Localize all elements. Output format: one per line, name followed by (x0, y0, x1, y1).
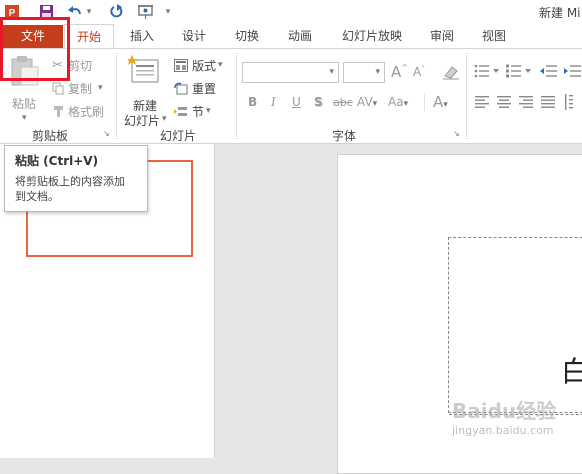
scissors-icon: ✂ (52, 57, 63, 73)
new-slide-button[interactable]: 新建 幻灯片 ▾ (122, 55, 170, 128)
font-color-button[interactable]: A▾ (433, 93, 448, 111)
reset-label: 重置 (192, 81, 217, 96)
copy-dropdown-icon: ▾ (98, 83, 103, 93)
group-divider (466, 53, 467, 139)
section-icon (174, 105, 192, 118)
layout-icon (174, 58, 192, 72)
justify-icon[interactable] (540, 95, 556, 109)
font-name-dropdown-icon: ▾ (329, 67, 334, 77)
tooltip-line-1: 将剪贴板上的内容添加 (15, 175, 125, 188)
tab-design[interactable]: 设计 (174, 24, 214, 48)
bold-button[interactable]: B (248, 95, 257, 109)
tooltip-line-2: 到文档。 (15, 190, 59, 203)
tab-home[interactable]: 开始 (64, 24, 114, 49)
shrink-font-icon[interactable]: Aˇ (413, 65, 425, 79)
save-icon[interactable] (37, 3, 55, 20)
align-left-icon[interactable] (474, 95, 490, 109)
paste-dropdown-icon: ▾ (22, 113, 27, 123)
paste-icon (10, 55, 40, 87)
window-title: 新建 Mi (539, 6, 581, 20)
group-divider (236, 53, 237, 139)
character-spacing-label: AV (357, 95, 373, 109)
decrease-indent-icon[interactable] (540, 63, 558, 79)
tab-file[interactable]: 文件 (3, 25, 63, 48)
format-painter-label: 格式刷 (68, 104, 105, 119)
section-dropdown-icon: ▾ (206, 106, 211, 116)
change-case-button[interactable]: Aa▾ (388, 95, 408, 109)
title-placeholder[interactable]: 白 (448, 237, 582, 415)
layout-label: 版式 (192, 58, 217, 73)
redo-icon[interactable] (107, 3, 125, 20)
numbering-icon[interactable] (506, 63, 532, 79)
font-size-combo[interactable]: ▾ (343, 62, 385, 83)
copy-label: 复制 (68, 81, 93, 96)
copy-icon (52, 82, 68, 95)
reset-button[interactable]: 重置 (174, 79, 232, 97)
bullets-icon[interactable] (474, 63, 500, 79)
tooltip-title: 粘贴 (Ctrl+V) (15, 154, 99, 168)
change-case-label: Aa (388, 95, 404, 109)
cut-button[interactable]: ✂ 剪切 (52, 56, 122, 74)
font-color-dropdown-icon: ▾ (443, 100, 448, 110)
tab-slideshow[interactable]: 幻灯片放映 (336, 24, 408, 48)
customize-toolbar-icon[interactable]: ▾ (163, 3, 173, 20)
character-spacing-button[interactable]: AV▾ (357, 95, 377, 109)
watermark-logo: Baidu经验 (452, 399, 557, 423)
ribbon-tabs: 文件 开始 插入 设计 切换 动画 幻灯片放映 审阅 视图 (0, 24, 582, 49)
paste-label: 粘贴 (12, 97, 37, 111)
columns-icon[interactable] (564, 93, 580, 111)
change-case-dropdown-icon: ▾ (403, 99, 409, 109)
title-bar: P ▾ ▾ 新建 Mi (0, 0, 582, 24)
watermark-url: jingyan.baidu.com (452, 424, 554, 437)
section-button[interactable]: 节 ▾ (174, 102, 232, 120)
layout-dropdown-icon: ▾ (218, 60, 223, 70)
tab-insert[interactable]: 插入 (122, 24, 162, 48)
clipboard-launcher-icon[interactable]: ↘ (103, 129, 110, 138)
svg-text:P: P (8, 8, 15, 19)
undo-dropdown-icon[interactable]: ▾ (85, 3, 93, 20)
italic-button[interactable]: I (271, 95, 276, 109)
new-slide-icon (128, 55, 160, 85)
tab-transitions[interactable]: 切换 (227, 24, 267, 48)
cut-label: 剪切 (68, 58, 93, 73)
start-slideshow-icon[interactable] (136, 3, 156, 20)
section-label: 节 (192, 104, 205, 119)
clipboard-group-label: 剪贴板 (31, 129, 68, 143)
align-right-icon[interactable] (518, 95, 534, 109)
slides-group-label: 幻灯片 (159, 129, 196, 143)
title-text: 白 (561, 355, 582, 388)
group-divider (116, 53, 117, 139)
font-group-label: 字体 (331, 129, 356, 143)
powerpoint-logo-icon: P (3, 3, 20, 20)
text-shadow-button[interactable]: S (314, 95, 323, 109)
underline-button[interactable]: U (292, 95, 301, 109)
font-size-dropdown-icon: ▾ (375, 67, 380, 77)
increase-indent-icon[interactable] (564, 63, 582, 79)
new-slide-dropdown-icon: ▾ (162, 114, 167, 124)
tab-view[interactable]: 视图 (474, 24, 514, 48)
font-name-combo[interactable]: ▾ (242, 62, 339, 83)
character-spacing-dropdown-icon: ▾ (372, 99, 378, 109)
strikethrough-button[interactable]: abc (333, 96, 353, 109)
ribbon: 粘贴 ▾ ✂ 剪切 复制 ▾ 格式刷 剪贴板 ↘ 新建 幻灯片 ▾ 版式 ▾ 重… (0, 48, 582, 144)
grow-font-icon[interactable]: A^ (391, 63, 408, 81)
layout-button[interactable]: 版式 ▾ (174, 56, 232, 74)
font-color-label: A (433, 93, 444, 111)
reset-icon (174, 82, 192, 95)
paste-button[interactable]: 粘贴 ▾ (8, 55, 42, 123)
group-divider (424, 93, 425, 111)
format-painter-icon (52, 105, 68, 118)
clear-formatting-icon[interactable] (442, 64, 460, 80)
undo-icon[interactable] (66, 3, 84, 20)
copy-button[interactable]: 复制 ▾ (52, 79, 122, 97)
font-launcher-icon[interactable]: ↘ (453, 129, 460, 138)
tab-animations[interactable]: 动画 (280, 24, 320, 48)
format-painter-button[interactable]: 格式刷 (52, 102, 122, 120)
paste-tooltip: 粘贴 (Ctrl+V) 将剪贴板上的内容添加 到文档。 (4, 145, 148, 212)
tab-review[interactable]: 审阅 (422, 24, 462, 48)
align-center-icon[interactable] (496, 95, 512, 109)
